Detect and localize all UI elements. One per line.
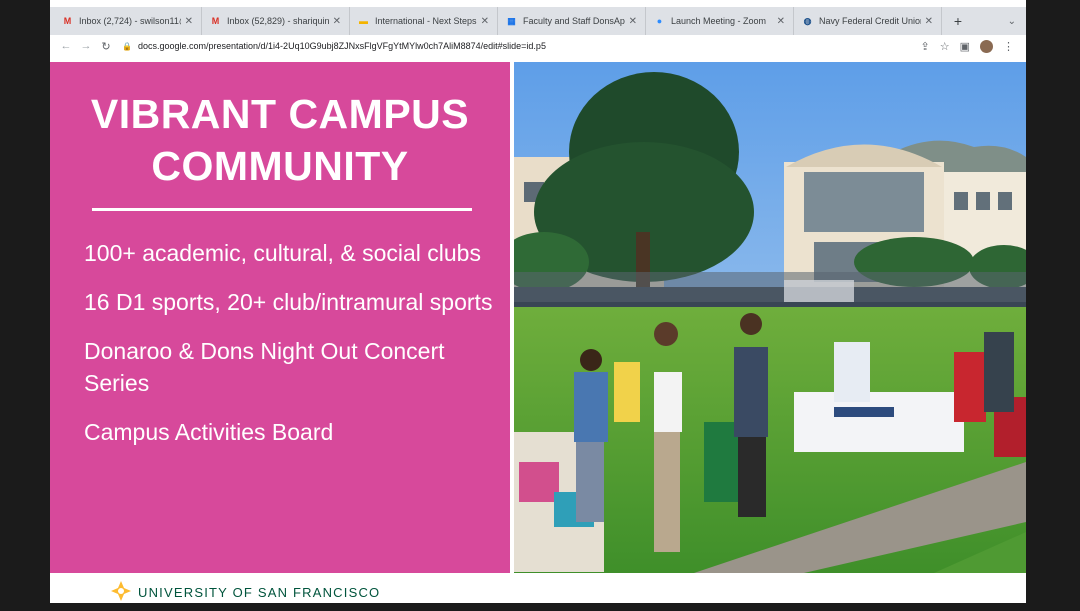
reload-icon[interactable]: ↻ [96, 36, 116, 56]
tab-title: Inbox (52,829) - shariquin [227, 16, 329, 26]
bullet-item: Campus Activities Board [84, 419, 334, 445]
avatar[interactable] [980, 39, 993, 53]
tab-title: Launch Meeting - Zoom [671, 16, 767, 26]
text-panel: VIBRANT CAMPUS COMMUNITY 100+ academic, … [50, 62, 510, 573]
new-tab-button[interactable]: + [946, 7, 970, 35]
tab-title: Navy Federal Credit Union [819, 16, 921, 26]
lock-icon: 🔒 [122, 41, 132, 51]
close-icon[interactable]: ✕ [777, 16, 785, 27]
chevron-down-icon[interactable]: ⌄ [1008, 7, 1016, 35]
url-field[interactable]: 🔒 docs.google.com/presentation/d/1i4-2Uq… [122, 37, 921, 55]
tab-title: Inbox (2,724) - swilson11@ [79, 16, 181, 26]
tab-zoom[interactable]: ● Launch Meeting - Zoom ✕ [646, 7, 794, 35]
tab-bar: M Inbox (2,724) - swilson11@ ✕ M Inbox (… [50, 7, 1026, 35]
bullet-list: 100+ academic, cultural, & social clubs … [84, 237, 494, 465]
toolbar-actions: ⇪ ☆ ▣ ⋮ [921, 39, 1014, 53]
tab-navy-federal[interactable]: ◍ Navy Federal Credit Union ✕ [794, 7, 942, 35]
globe-icon: ◍ [803, 15, 812, 26]
forward-arrow-icon[interactable]: → [76, 36, 96, 56]
back-arrow-icon[interactable]: ← [56, 36, 76, 56]
presentation-slide: VIBRANT CAMPUS COMMUNITY 100+ academic, … [50, 62, 1026, 611]
campus-photo-illustration [514, 62, 1026, 573]
share-icon[interactable]: ⇪ [921, 40, 930, 53]
usf-logo-icon [111, 581, 131, 601]
close-icon[interactable]: ✕ [925, 16, 933, 27]
meeting-bottom-bar [0, 603, 1080, 611]
more-menu-icon[interactable]: ⋮ [1003, 40, 1014, 53]
slides-icon: ▬ [359, 16, 368, 26]
sidepanel-icon[interactable]: ▣ [960, 40, 970, 53]
tab-title: International - Next Steps [375, 16, 477, 26]
title-divider [92, 208, 472, 211]
tab-title: Faculty and Staff DonsApp [523, 16, 625, 26]
slide-title: VIBRANT CAMPUS COMMUNITY [90, 91, 470, 189]
gmail-icon: M [63, 16, 72, 26]
close-icon[interactable]: ✕ [629, 16, 637, 27]
gmail-icon: M [211, 16, 220, 26]
tab-slides[interactable]: ▬ International - Next Steps ✕ [350, 7, 498, 35]
browser-window: M Inbox (2,724) - swilson11@ ✕ M Inbox (… [50, 0, 1026, 611]
bullet-item: 100+ academic, cultural, & social clubs [84, 240, 481, 266]
url-text: docs.google.com/presentation/d/1i4-2Uq10… [137, 41, 546, 51]
tab-gmail-1[interactable]: M Inbox (2,724) - swilson11@ ✕ [54, 7, 202, 35]
campus-photo [514, 62, 1026, 573]
close-icon[interactable]: ✕ [185, 16, 193, 27]
calendar-icon: ▦ [507, 15, 516, 26]
star-icon[interactable]: ☆ [940, 40, 950, 53]
bullet-item: 16 D1 sports, 20+ club/intramural sports [84, 289, 493, 315]
close-icon[interactable]: ✕ [481, 16, 489, 27]
tab-gmail-2[interactable]: M Inbox (52,829) - shariquin ✕ [202, 7, 350, 35]
close-icon[interactable]: ✕ [333, 16, 341, 27]
address-bar: ← → ↻ 🔒 docs.google.com/presentation/d/1… [50, 35, 1026, 57]
bullet-item: Donaroo & Dons Night Out Concert Series [84, 338, 445, 396]
university-name: UNIVERSITY OF SAN FRANCISCO [138, 585, 381, 600]
zoom-icon: ● [656, 16, 663, 26]
tab-calendar[interactable]: ▦ Faculty and Staff DonsApp ✕ [498, 7, 646, 35]
